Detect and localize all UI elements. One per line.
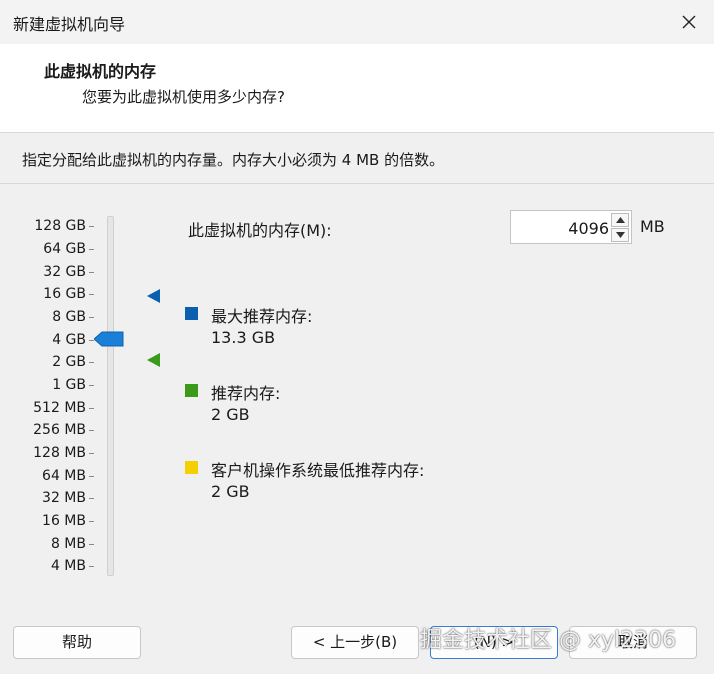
max-recommended-marker bbox=[146, 288, 162, 308]
tick-mark bbox=[89, 521, 94, 522]
tick-mark bbox=[89, 362, 94, 363]
guest-min-label: 客户机操作系统最低推荐内存: bbox=[211, 461, 425, 480]
close-icon bbox=[682, 15, 696, 29]
memory-decrement-button[interactable] bbox=[611, 228, 629, 242]
tick-mark bbox=[89, 566, 94, 567]
memory-description: 指定分配给此虚拟机的内存量。内存大小必须为 4 MB 的倍数。 bbox=[22, 151, 445, 169]
tick-mark bbox=[89, 317, 94, 318]
scale-label: 32 MB bbox=[42, 490, 86, 506]
scale-label: 2 GB bbox=[52, 354, 86, 370]
scale-label: 1 GB bbox=[52, 377, 86, 393]
chevron-up-icon bbox=[616, 217, 625, 223]
close-button[interactable] bbox=[664, 0, 714, 44]
memory-increment-button[interactable] bbox=[611, 213, 629, 227]
scale-label: 8 GB bbox=[52, 309, 86, 325]
guest-min-swatch bbox=[185, 461, 198, 474]
scale-label: 256 MB bbox=[33, 422, 86, 438]
scale-label: 128 GB bbox=[34, 218, 86, 234]
recommended-label: 推荐内存: bbox=[211, 384, 281, 403]
scale-label: 128 MB bbox=[33, 445, 86, 461]
tick-mark bbox=[89, 498, 94, 499]
tick-mark bbox=[89, 226, 94, 227]
back-button[interactable]: < 上一步(B) bbox=[291, 626, 419, 659]
tick-mark bbox=[89, 294, 94, 295]
recommended-marker bbox=[146, 352, 162, 372]
help-button[interactable]: 帮助 bbox=[13, 626, 141, 659]
tick-mark bbox=[89, 476, 94, 477]
window-title: 新建虚拟机向导 bbox=[13, 15, 126, 34]
title-bar: 新建虚拟机向导 bbox=[0, 0, 714, 45]
memory-unit: MB bbox=[640, 217, 665, 236]
scale-label: 4 MB bbox=[50, 558, 86, 574]
memory-slider-track[interactable] bbox=[107, 216, 114, 576]
tick-mark bbox=[89, 272, 94, 273]
tick-mark bbox=[89, 544, 94, 545]
tick-mark bbox=[89, 408, 94, 409]
tick-mark bbox=[89, 430, 94, 431]
divider bbox=[0, 183, 714, 184]
max-recommended-value: 13.3 GB bbox=[211, 328, 276, 347]
wizard-header: 此虚拟机的内存 您要为此虚拟机使用多少内存? bbox=[0, 44, 714, 133]
memory-label: 此虚拟机的内存(M): bbox=[188, 221, 332, 240]
scale-label: 16 MB bbox=[42, 513, 86, 529]
tick-mark bbox=[89, 453, 94, 454]
watermark: 掘金技术社区 @ xyl2306 bbox=[420, 628, 677, 653]
slider-thumb-shape bbox=[93, 331, 124, 347]
memory-spinbox[interactable] bbox=[510, 210, 632, 244]
scale-label: 16 GB bbox=[43, 286, 86, 302]
recommended-swatch bbox=[185, 384, 198, 397]
tick-mark bbox=[89, 249, 94, 250]
scale-label: 64 MB bbox=[42, 468, 86, 484]
page-title: 此虚拟机的内存 bbox=[44, 62, 157, 81]
guest-min-value: 2 GB bbox=[211, 482, 250, 501]
memory-slider-thumb[interactable] bbox=[93, 331, 124, 351]
scale-label: 512 MB bbox=[33, 400, 86, 416]
scale-label: 8 MB bbox=[50, 536, 86, 552]
recommended-value: 2 GB bbox=[211, 405, 250, 424]
scale-label: 4 GB bbox=[52, 332, 86, 348]
memory-input[interactable] bbox=[513, 215, 611, 241]
scale-label: 64 GB bbox=[43, 241, 86, 257]
max-recommended-swatch bbox=[185, 307, 198, 320]
max-recommended-label: 最大推荐内存: bbox=[211, 307, 313, 326]
scale-label: 32 GB bbox=[43, 264, 86, 280]
chevron-down-icon bbox=[616, 232, 625, 238]
tick-mark bbox=[89, 385, 94, 386]
page-subtitle: 您要为此虚拟机使用多少内存? bbox=[82, 88, 285, 106]
